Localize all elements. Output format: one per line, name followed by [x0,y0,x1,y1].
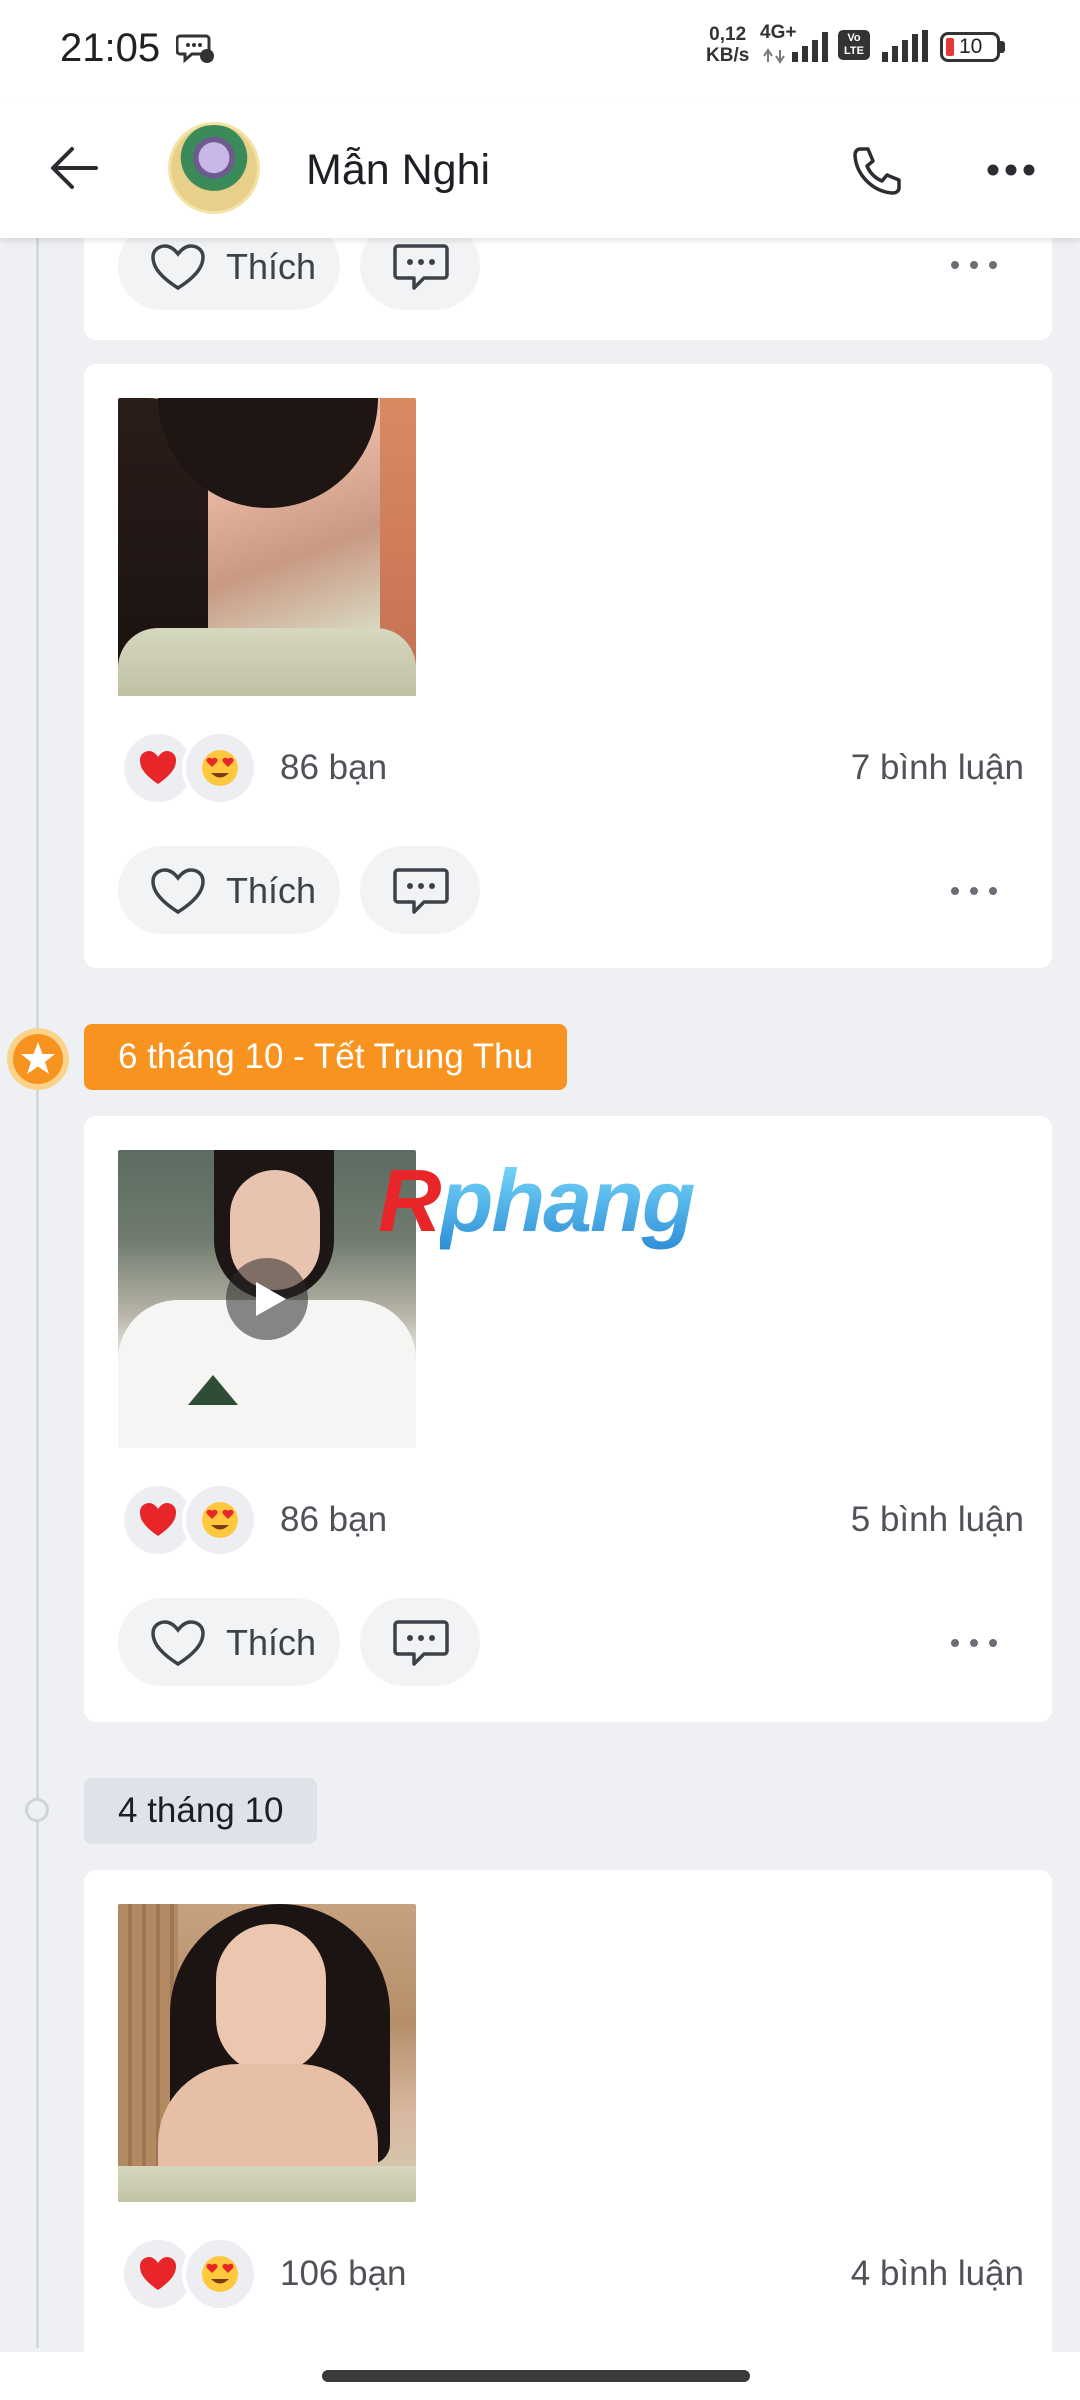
heart-outline-icon [151,868,205,915]
timeline-node [25,1798,49,1822]
reaction-summary[interactable]: 106 bạn 4 bình luận [124,2240,1024,2310]
contact-name[interactable]: Mẫn Nghi [306,146,490,195]
avatar[interactable] [168,122,260,214]
watermark-first-letter: R [378,1151,442,1250]
likes-count: 86 bạn [280,1500,388,1539]
network-speed: 0,12 KB/s [706,24,749,66]
more-dots-icon [951,1639,997,1647]
comment-icon [393,1620,449,1666]
more-dots-icon [951,261,997,269]
comment-icon [393,868,449,914]
comments-count[interactable]: 5 bình luận [851,1500,1024,1540]
heart-eyes-reaction-icon [186,1486,254,1554]
comments-count[interactable]: 7 bình luận [851,748,1024,788]
holiday-star-icon [7,1028,69,1090]
heart-reaction-icon [124,2240,192,2308]
comment-icon [393,244,449,290]
status-bar: 21:05 0,12 KB/s 4G+ Vo LTE 10 [0,0,1080,100]
messenger-notification-icon [175,32,216,71]
post-card: 86 bạn 7 bình luận Thích [84,364,1052,968]
post-more-button[interactable] [944,234,1004,294]
home-indicator[interactable] [322,2370,750,2382]
heart-reaction-icon [124,734,192,802]
like-label: Thích [226,246,317,287]
battery-level-fill [946,38,954,56]
post-video-thumbnail[interactable] [118,1150,416,1448]
heart-eyes-reaction-icon [186,734,254,802]
post-more-button[interactable] [944,1612,1004,1672]
like-label: Thích [226,870,317,911]
comments-count[interactable]: 4 bình luận [851,2254,1024,2294]
more-options-icon[interactable] [986,163,1036,182]
phone-call-icon[interactable] [848,144,902,203]
back-arrow-icon[interactable] [48,144,100,197]
heart-outline-icon [151,1620,205,1667]
date-header: 4 tháng 10 [84,1778,318,1844]
like-label: Thích [226,1622,317,1663]
play-button-icon[interactable] [226,1258,308,1340]
reaction-summary[interactable]: 86 bạn 7 bình luận [124,734,1024,804]
timeline-line [36,238,39,2348]
battery-tip [1000,41,1005,53]
likes-count: 106 bạn [280,2254,407,2293]
chat-header: Mẫn Nghi [0,100,1080,238]
status-time: 21:05 [60,26,161,70]
battery-level: 10 [959,35,983,58]
battery-icon: 10 [940,32,1000,62]
comment-button[interactable] [360,1598,480,1686]
likes-count: 86 bạn [280,748,388,787]
heart-eyes-reaction-icon [186,2240,254,2308]
like-button[interactable]: Thích [118,846,340,934]
net-speed-value: 0,12 [709,24,747,45]
comment-button[interactable] [360,846,480,934]
volte-icon: Vo LTE [838,30,870,60]
post-photo[interactable] [118,1904,416,2202]
post-more-button[interactable] [944,860,1004,920]
heart-reaction-icon [124,1486,192,1554]
volte-bottom: LTE [844,45,864,57]
reaction-summary[interactable]: 86 bạn 5 bình luận [124,1486,1024,1556]
post-card: 106 bạn 4 bình luận [84,1870,1052,2390]
watermark-rest: phang [439,1151,696,1250]
like-button[interactable]: Thích [118,1598,340,1686]
date-header: 6 tháng 10 - Tết Trung Thu [84,1024,568,1090]
heart-outline-icon [151,244,205,291]
net-speed-unit: KB/s [706,45,750,66]
more-dots-icon [951,887,997,895]
signal-bars-icon [880,30,930,69]
watermark-logo: Rphang [378,1150,696,1252]
post-photo[interactable] [118,398,416,696]
volte-top: Vo [847,32,861,44]
